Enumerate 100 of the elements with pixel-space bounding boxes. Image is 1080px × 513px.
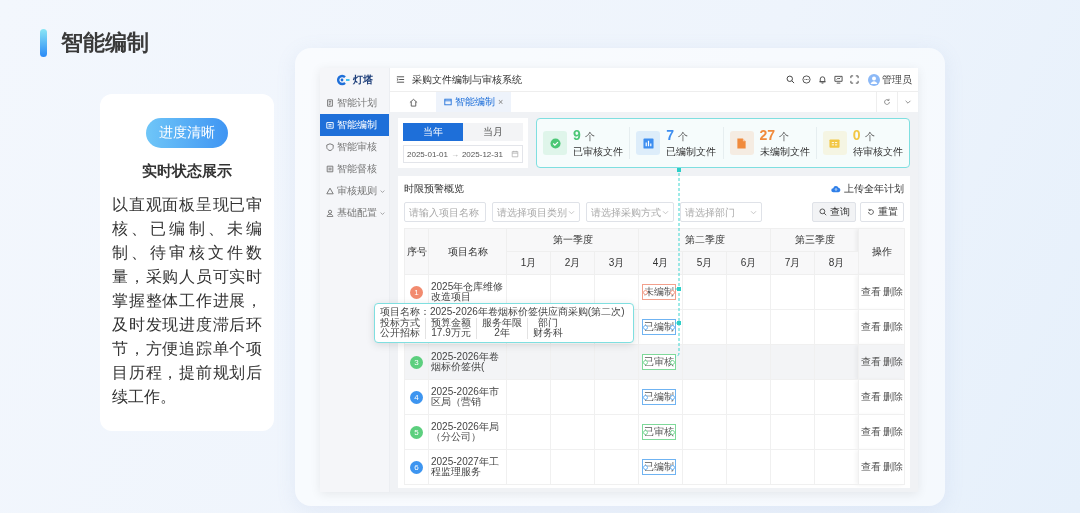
stat-unit: 个	[779, 130, 790, 144]
action-link[interactable]: 删除	[882, 286, 903, 297]
bell-icon[interactable]	[818, 75, 827, 84]
chevron-down-icon	[904, 98, 912, 106]
row-number-badge: 3	[410, 355, 423, 369]
column-header: 第二季度	[638, 228, 771, 252]
action-link[interactable]: 查看	[860, 286, 881, 297]
project-name: 2025-2027年工程监理服务	[431, 455, 499, 477]
stat-label: 待审核文件	[852, 145, 903, 159]
accent-bar	[40, 29, 47, 57]
chat-icon[interactable]	[802, 75, 811, 84]
fullscreen-icon[interactable]	[850, 75, 859, 84]
select-field[interactable]: 请选择采购方式	[586, 202, 674, 222]
sidebar-item[interactable]: 审核规则	[320, 180, 389, 202]
user-icon	[326, 209, 334, 217]
sidebar-item[interactable]: 智能编制	[320, 114, 389, 136]
action-link[interactable]: 删除	[882, 356, 903, 367]
stat-value: 9	[573, 127, 581, 143]
status-tag: 未编制	[642, 284, 677, 300]
tooltip-value: 2年	[494, 328, 510, 339]
row-number-badge: 6	[410, 460, 423, 474]
page-title: 智能编制	[61, 29, 149, 57]
logo-icon	[336, 74, 350, 86]
menu-icon[interactable]	[396, 75, 405, 84]
document-icon	[326, 99, 334, 107]
refresh-icon	[866, 208, 875, 216]
project-name: 2025-2026年局（分公司）	[431, 420, 499, 442]
select-field[interactable]: 请选择部门	[680, 202, 762, 222]
upload-link[interactable]: 上传全年计划	[831, 182, 904, 196]
feature-badge: 进度清晰	[146, 118, 228, 148]
input-field[interactable]: 请输入项目名称	[404, 202, 486, 222]
action-link[interactable]: 查看	[860, 321, 881, 332]
feature-description: 以直观面板呈现已审核、已编制、未编制、待审核文件数量，采购人员可实时掌握整体工作进展，及时发现进度滞后环节，方便追踪单个项目历程，提前规划后续工作。	[112, 195, 262, 407]
project-name: 2025年仓库维修改造项目	[431, 280, 504, 302]
stat-value: 0	[852, 127, 861, 143]
sidebar-item[interactable]: 智能督核	[320, 158, 389, 180]
triangle-icon	[326, 187, 334, 195]
list-icon	[829, 137, 841, 149]
period-tab[interactable]: 当月	[463, 123, 523, 141]
feature-title: 实时状态展示	[142, 162, 232, 181]
action-link[interactable]: 查看	[860, 426, 881, 437]
monitor-icon[interactable]	[834, 75, 843, 84]
action-link[interactable]: 删除	[882, 391, 903, 402]
stat-unit: 个	[584, 130, 595, 144]
section-title: 时限预警概览	[404, 182, 464, 196]
document-icon	[736, 137, 747, 149]
search-icon[interactable]	[786, 75, 795, 84]
action-link[interactable]: 删除	[882, 426, 903, 437]
row-number-badge: 5	[410, 425, 423, 439]
stat-unit: 个	[864, 130, 875, 144]
action-link[interactable]: 删除	[882, 461, 903, 472]
project-name: 2025-2026年卷烟标价签供(	[431, 350, 499, 372]
sidebar-item[interactable]: 智能审核	[320, 136, 389, 158]
edit-icon	[326, 121, 334, 129]
page-tab[interactable]: 智能编制 ×	[436, 92, 512, 112]
stat-unit: 个	[678, 130, 689, 144]
action-link[interactable]: 删除	[882, 321, 903, 332]
chevron-down-icon	[662, 209, 669, 215]
home-icon	[408, 97, 418, 107]
action-link[interactable]: 查看	[860, 461, 881, 472]
calendar-icon	[511, 150, 519, 158]
column-header: 序号	[404, 228, 429, 275]
sidebar-item[interactable]: 智能计划	[320, 92, 389, 114]
action-link[interactable]: 查看	[860, 356, 881, 367]
column-header: 第一季度	[506, 228, 639, 252]
search-icon	[818, 208, 827, 216]
tooltip-label: 服务年限	[482, 317, 522, 328]
chevron-down-icon	[568, 209, 575, 215]
list-icon	[326, 165, 334, 173]
project-name: 2025-2026年市区局（营销	[431, 385, 499, 407]
logo-text: 灯塔	[353, 73, 373, 87]
app-title: 采购文件编制与审核系统	[412, 72, 522, 87]
tooltip-label: 预算金额	[431, 317, 471, 328]
stat-label: 已审核文件	[573, 145, 623, 159]
tooltip-value: 17.9万元	[431, 328, 471, 339]
row-number-badge: 4	[410, 390, 423, 404]
check-icon	[549, 137, 561, 149]
stat-label: 已编制文件	[666, 145, 717, 159]
cloud-upload-icon	[831, 185, 841, 193]
column-header: 第三季度	[770, 228, 859, 252]
bar-chart-icon	[642, 137, 654, 149]
sidebar-item[interactable]: 基础配置	[320, 202, 389, 224]
column-header: 项目名称	[428, 228, 507, 275]
column-header: 操作	[858, 228, 905, 275]
search-button[interactable]: 查询	[812, 202, 856, 222]
action-link[interactable]: 查看	[860, 391, 881, 402]
row-number-badge: 1	[410, 285, 423, 299]
reset-button[interactable]: 重置	[860, 202, 904, 222]
period-tab[interactable]: 当年	[403, 123, 463, 141]
stat-value: 7	[666, 127, 675, 143]
date-range-field[interactable]: 2025-01-01 → 2025-12-31	[403, 145, 523, 163]
select-field[interactable]: 请选择项目类别	[492, 202, 580, 222]
shield-icon	[326, 143, 334, 151]
refresh-icon	[883, 98, 891, 106]
stat-value: 27	[759, 127, 776, 143]
tooltip-label: 部门	[538, 317, 558, 328]
user-name[interactable]: 管理员	[882, 72, 912, 87]
chevron-down-icon	[750, 209, 757, 215]
tooltip-value: 财务科	[533, 328, 563, 339]
document-icon	[444, 98, 452, 106]
